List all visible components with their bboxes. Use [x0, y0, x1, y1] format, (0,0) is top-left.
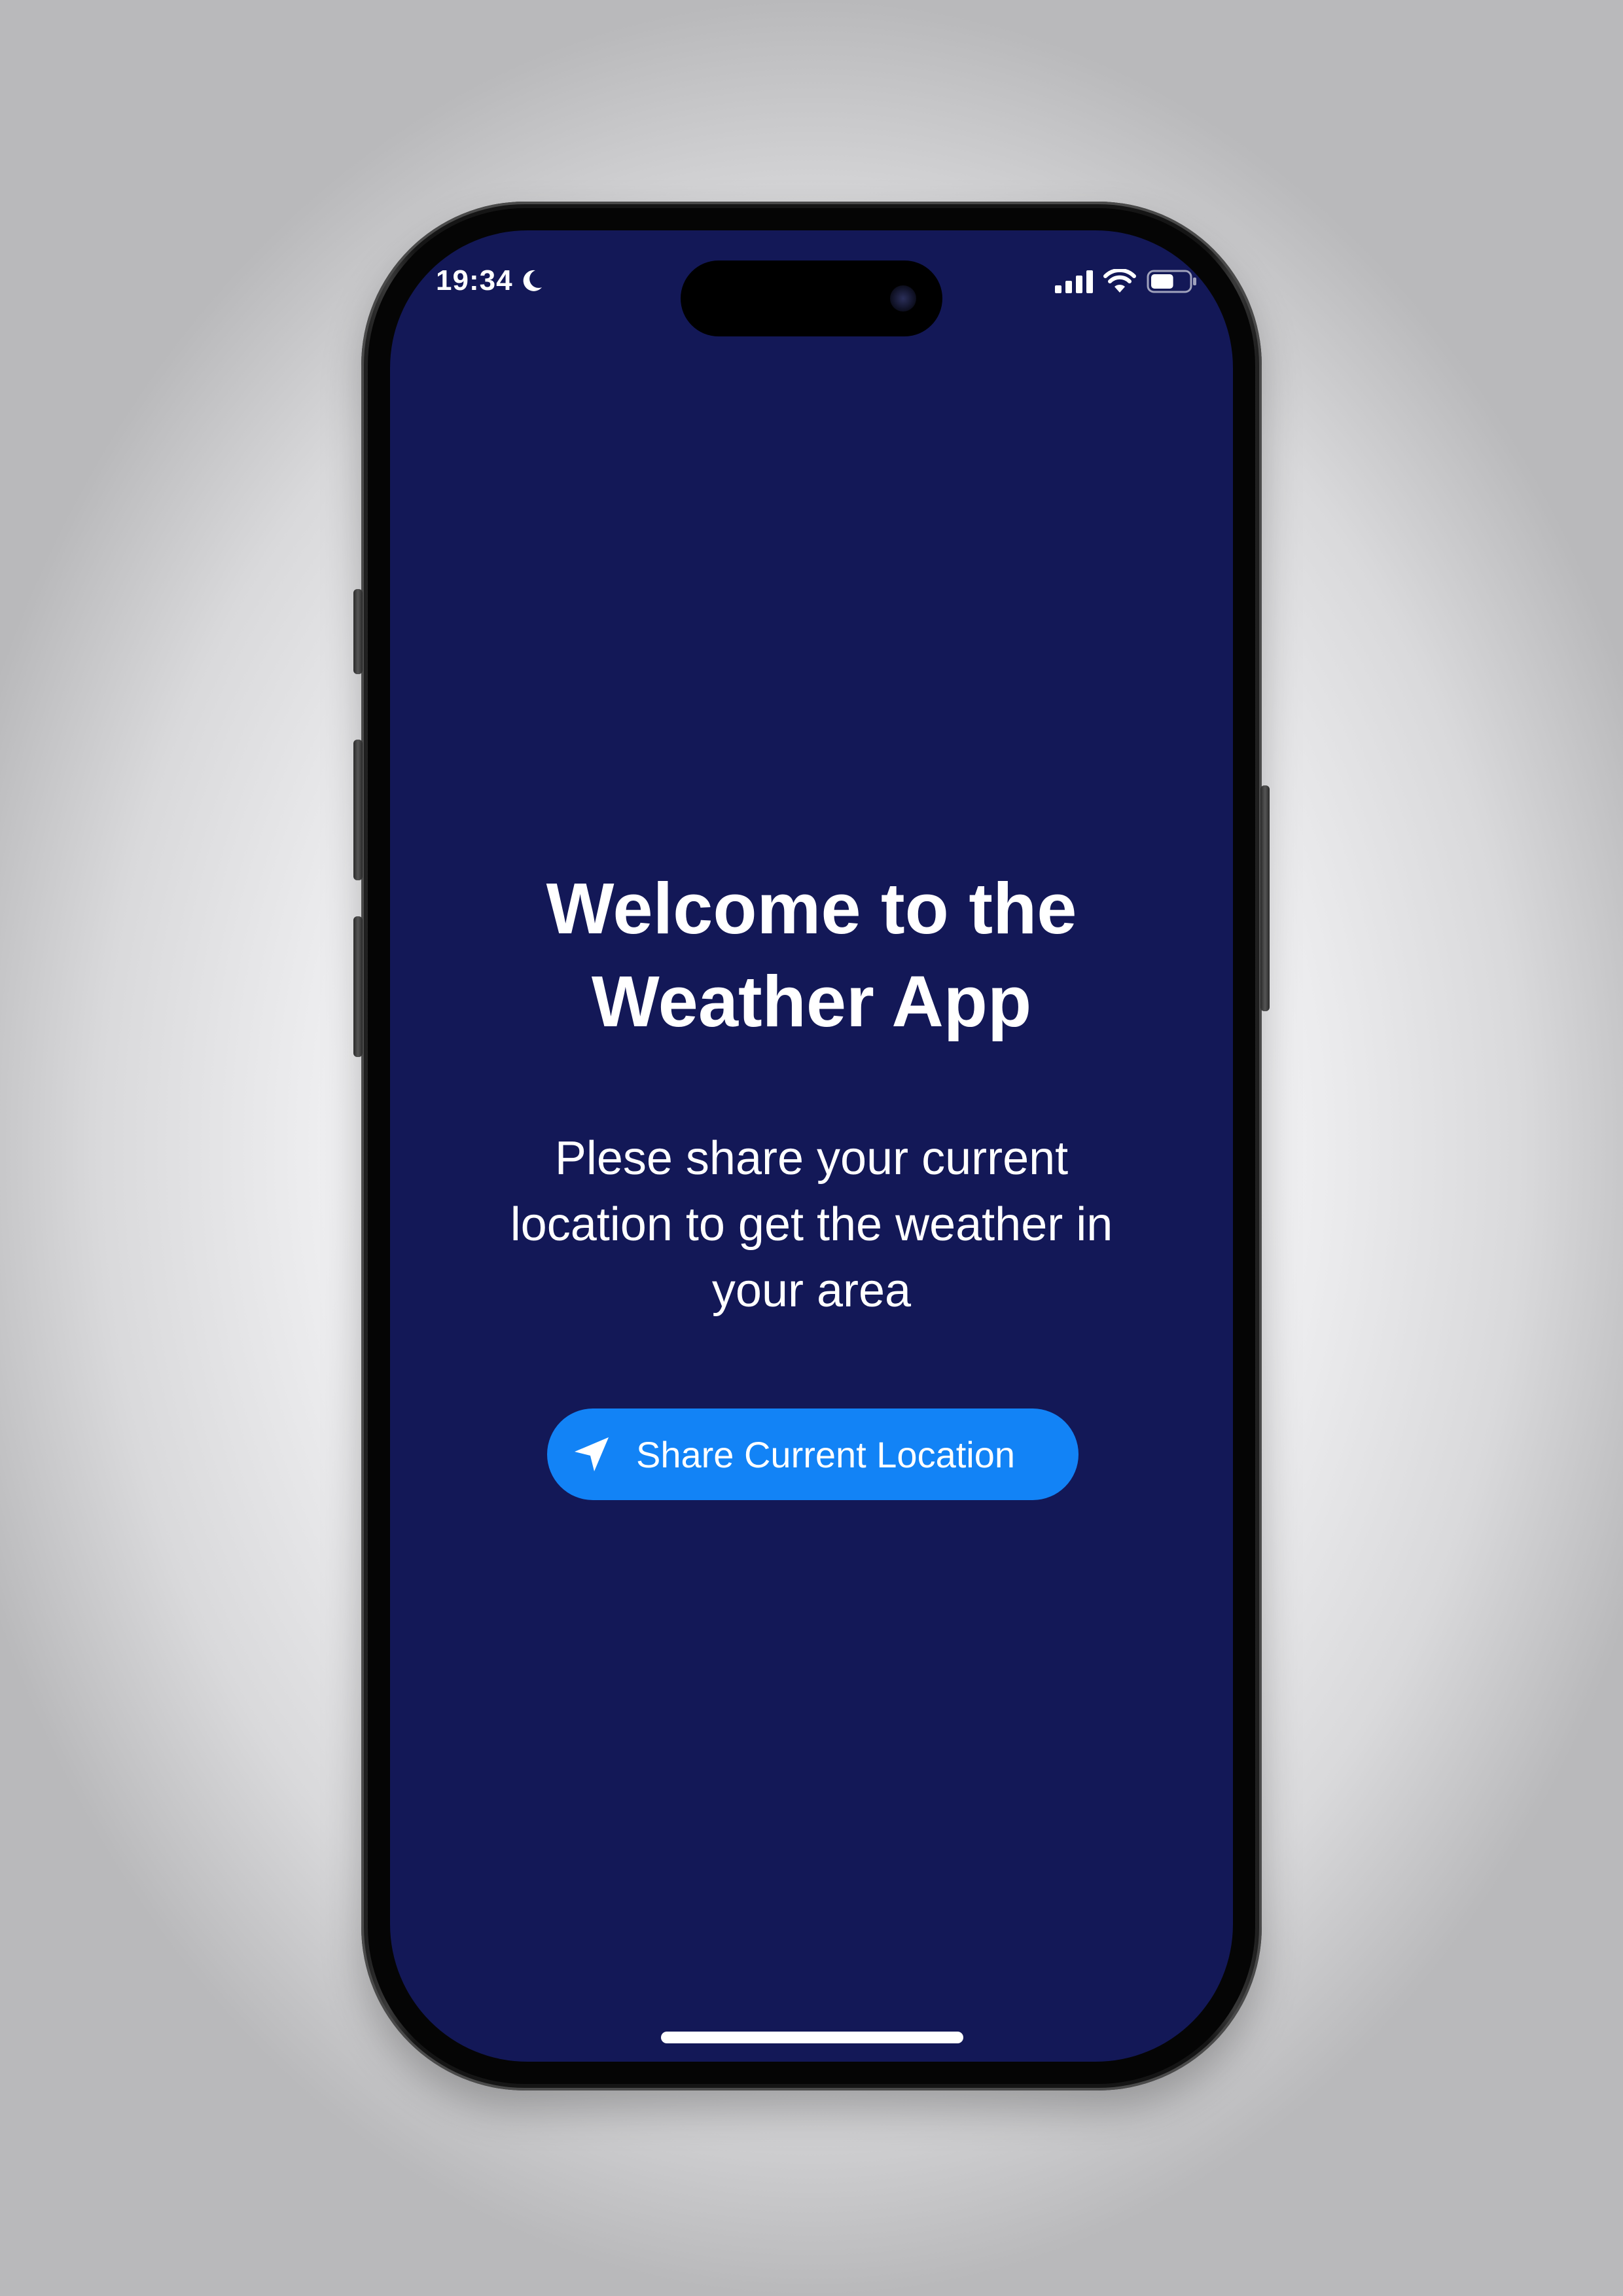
status-time-text: 19:34 — [436, 264, 513, 296]
location-prompt-line-1: Plese share your current — [554, 1132, 1069, 1185]
welcome-title-line-2: Weather App — [591, 961, 1032, 1042]
status-bar-time: 19:34 — [436, 264, 544, 297]
volume-up-button — [353, 740, 363, 880]
location-prompt-line-2: location to get the weather in — [510, 1198, 1113, 1251]
location-arrow-icon — [575, 1437, 609, 1471]
home-indicator[interactable] — [661, 2032, 963, 2043]
share-current-location-button[interactable]: Share Current Location — [547, 1408, 1079, 1500]
cellular-signal-icon — [1055, 270, 1093, 293]
location-prompt-text: Plese share your current location to get… — [458, 1126, 1165, 1324]
moon-icon — [523, 270, 542, 291]
battery-icon — [1147, 270, 1196, 293]
welcome-title-line-1: Welcome to the — [546, 869, 1077, 949]
welcome-title: Welcome to the Weather App — [419, 863, 1204, 1049]
action-button — [353, 589, 363, 674]
share-button-label: Share Current Location — [636, 1433, 1016, 1475]
dynamic-island — [681, 260, 942, 336]
status-bar-indicators — [1055, 267, 1198, 296]
location-prompt-line-3: your area — [711, 1265, 912, 1317]
wifi-icon — [1103, 269, 1136, 293]
front-camera — [890, 285, 916, 312]
volume-down-button — [353, 916, 363, 1057]
power-button — [1260, 785, 1270, 1011]
